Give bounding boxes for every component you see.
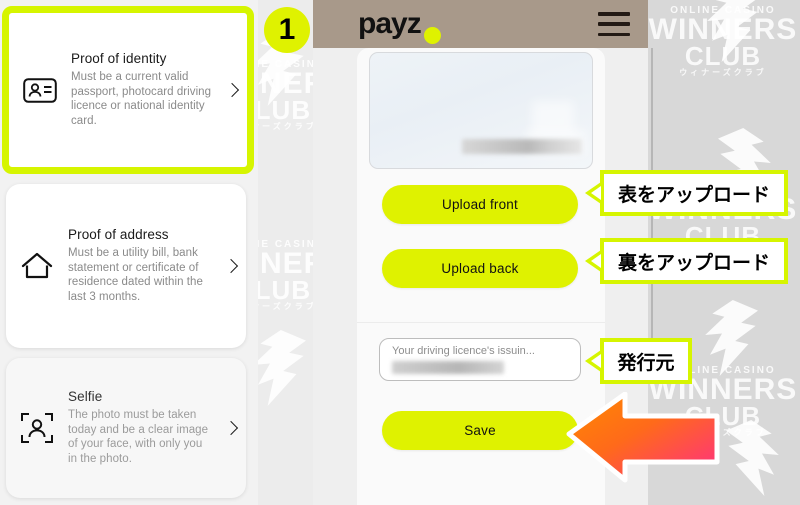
blurred-field-value bbox=[392, 361, 504, 375]
home-icon bbox=[6, 251, 68, 281]
watermark-text: ONLINE CASINO WINNERS CLUB ウィナーズクラブ bbox=[258, 239, 313, 312]
wing-graphic bbox=[258, 330, 306, 406]
card-description: Must be a current valid passport, photoc… bbox=[71, 70, 212, 128]
upload-back-button[interactable]: Upload back bbox=[382, 249, 578, 288]
issuing-authority-label: Your driving licence's issuin... bbox=[392, 345, 535, 357]
callout-upload-back: 裏をアップロード bbox=[585, 238, 788, 284]
step-badge-number: 1 bbox=[278, 13, 296, 46]
blurred-document-text bbox=[462, 139, 582, 154]
callout-tail-icon bbox=[585, 182, 601, 204]
step-badge-1: 1 bbox=[264, 7, 310, 53]
callout-text: 発行元 bbox=[617, 351, 675, 374]
hamburger-menu-icon[interactable] bbox=[598, 12, 630, 36]
callout-issuer: 発行元 bbox=[585, 338, 692, 384]
document-preview-image[interactable] bbox=[369, 52, 593, 169]
card-title: Proof of address bbox=[68, 226, 169, 242]
card-body: Proof of address Must be a utility bill,… bbox=[68, 219, 216, 314]
card-body: Proof of identity Must be a current vali… bbox=[71, 43, 217, 138]
payz-dot-icon bbox=[423, 27, 441, 44]
pointer-arrow-left-icon bbox=[565, 391, 725, 484]
callout-text: 裏をアップロード bbox=[617, 251, 770, 274]
save-button[interactable]: Save bbox=[382, 411, 578, 450]
chevron-right-icon[interactable] bbox=[217, 82, 247, 98]
sidebar-item-proof-of-address[interactable]: Proof of address Must be a utility bill,… bbox=[6, 184, 246, 348]
chevron-right-icon[interactable] bbox=[216, 420, 246, 436]
card-title: Proof of identity bbox=[71, 50, 167, 66]
app-header: payz bbox=[313, 0, 648, 48]
watermark-strip: ONLINE CASINO WINNERS CLUB ウィナーズクラブ ONLI… bbox=[258, 0, 313, 505]
sidebar-item-proof-of-identity[interactable]: Proof of identity Must be a current vali… bbox=[2, 6, 254, 174]
sidebar-item-selfie[interactable]: Selfie The photo must be taken today and… bbox=[6, 358, 246, 498]
payz-logo: payz bbox=[358, 7, 422, 40]
section-divider bbox=[357, 322, 605, 323]
kyc-requirements-list: Proof of identity Must be a current vali… bbox=[0, 0, 258, 505]
callout-tail-icon bbox=[585, 250, 601, 272]
callout-upload-front: 表をアップロード bbox=[585, 170, 788, 216]
card-body: Selfie The photo must be taken today and… bbox=[68, 381, 216, 476]
selfie-person-icon bbox=[6, 412, 68, 444]
card-title: Selfie bbox=[68, 388, 103, 404]
upload-front-button[interactable]: Upload front bbox=[382, 185, 578, 224]
callout-text: 表をアップロード bbox=[617, 183, 770, 206]
card-description: The photo must be taken today and be a c… bbox=[68, 408, 209, 466]
id-card-icon bbox=[9, 77, 71, 103]
card-description: Must be a utility bill, bank statement o… bbox=[68, 246, 203, 304]
chevron-right-icon[interactable] bbox=[216, 258, 246, 274]
callout-tail-icon bbox=[585, 350, 601, 372]
issuing-authority-field[interactable]: Your driving licence's issuin... bbox=[379, 338, 581, 381]
